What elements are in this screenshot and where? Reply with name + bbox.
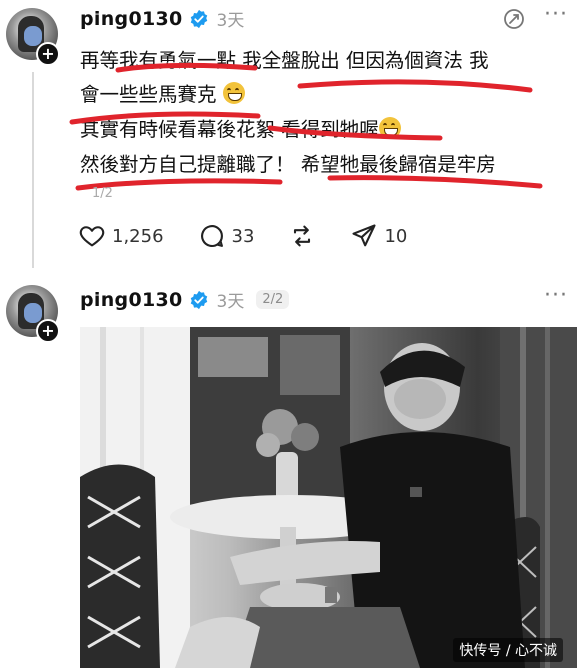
- share-button[interactable]: 10: [350, 222, 407, 250]
- watermark: 快传号 / 心不诚: [453, 638, 563, 662]
- thread-line: [32, 72, 34, 268]
- repost-button[interactable]: [288, 222, 316, 250]
- comment-count: 33: [231, 225, 255, 247]
- post-time: 3天: [216, 292, 245, 312]
- post-text-line-2: 會一些些馬賽克: [80, 78, 245, 107]
- post-time: 3天: [216, 11, 245, 31]
- repost-arrows-icon: [294, 225, 311, 247]
- post-text-line-1: 再等我有勇氣一點 我全盤脫出 但因為個資法 我: [80, 49, 489, 72]
- follow-plus-icon[interactable]: +: [36, 42, 60, 66]
- heart-icon: [79, 226, 105, 247]
- verified-badge-icon: [190, 290, 207, 309]
- like-button[interactable]: 1,256: [78, 222, 164, 250]
- post-text-line-3: 其實有時候看幕後花絮 看得到牠喔: [80, 113, 401, 142]
- post-photo[interactable]: [80, 327, 577, 668]
- action-bar: 1,256 33 10: [78, 222, 441, 250]
- username[interactable]: ping0130: [80, 289, 183, 311]
- photo-illustration: [80, 327, 577, 668]
- grin-emoji-icon: [222, 82, 245, 104]
- post-header: ping0130 3天 2/2: [80, 287, 290, 312]
- share-count: 10: [384, 225, 408, 247]
- thread-post-2: + ping0130 3天 2/2 ··· 快传号 / 心不诚: [0, 275, 577, 668]
- verified-badge-icon: [190, 9, 207, 28]
- thread-post-1: + ping0130 3天 ··· 再等我有勇氣一點 我全盤脫出 但因為個資法 …: [0, 0, 577, 275]
- more-icon[interactable]: ···: [544, 2, 568, 27]
- post-text-line-4: 然後對方自己提離職了！ 希望牠最後歸宿是牢房: [80, 153, 496, 176]
- more-icon[interactable]: ···: [544, 283, 568, 308]
- username[interactable]: ping0130: [80, 8, 183, 30]
- post-counter: 1/2: [92, 186, 113, 201]
- comment-icon: [200, 225, 223, 248]
- repost-icon[interactable]: [502, 7, 526, 31]
- like-count: 1,256: [112, 225, 164, 247]
- follow-plus-icon[interactable]: +: [36, 319, 60, 343]
- share-icon: [352, 224, 376, 247]
- comment-button[interactable]: 33: [198, 222, 255, 250]
- page-badge: 2/2: [256, 290, 290, 309]
- post-header: ping0130 3天: [80, 6, 245, 32]
- grin-emoji-icon: [378, 117, 401, 139]
